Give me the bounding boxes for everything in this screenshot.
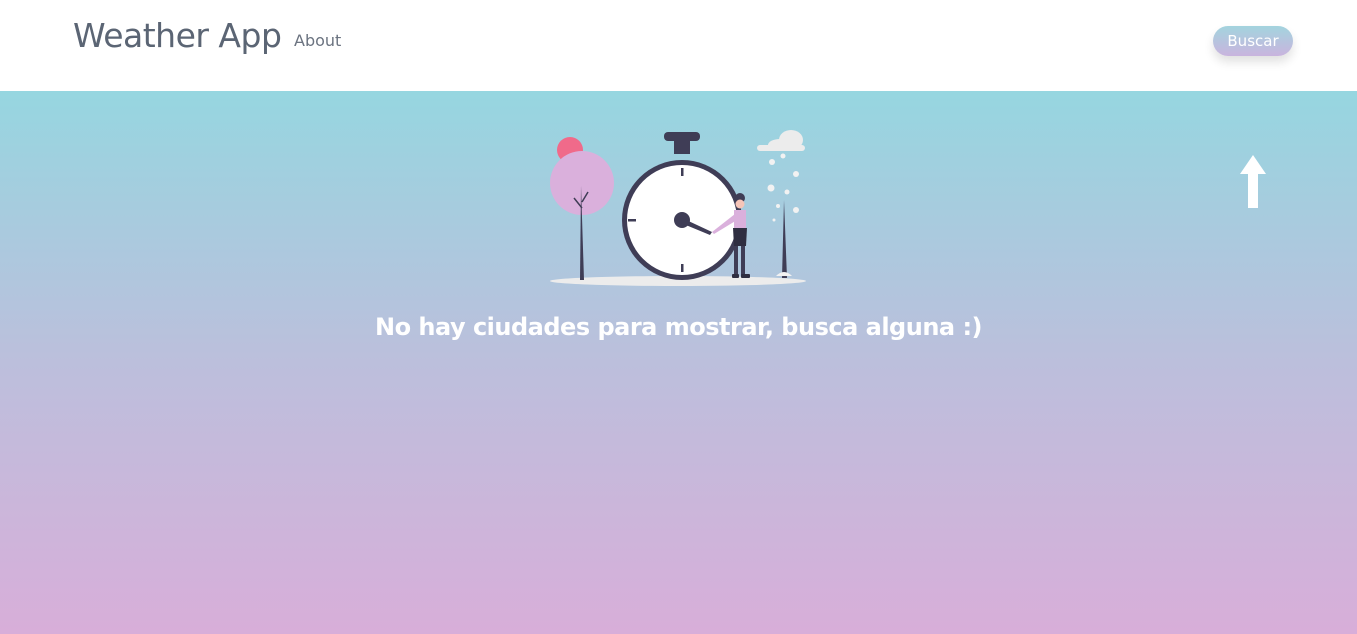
arrow-up-icon[interactable]: [1238, 155, 1268, 211]
brand-title[interactable]: Weather App: [73, 16, 282, 55]
empty-state-message: No hay ciudades para mostrar, busca algu…: [374, 313, 983, 341]
main-content: No hay ciudades para mostrar, busca algu…: [0, 91, 1357, 634]
about-link[interactable]: About: [294, 31, 341, 50]
navbar: Weather App About Buscar: [0, 0, 1357, 91]
search-button[interactable]: Buscar: [1213, 26, 1293, 56]
stopwatch-illustration: [550, 130, 806, 286]
